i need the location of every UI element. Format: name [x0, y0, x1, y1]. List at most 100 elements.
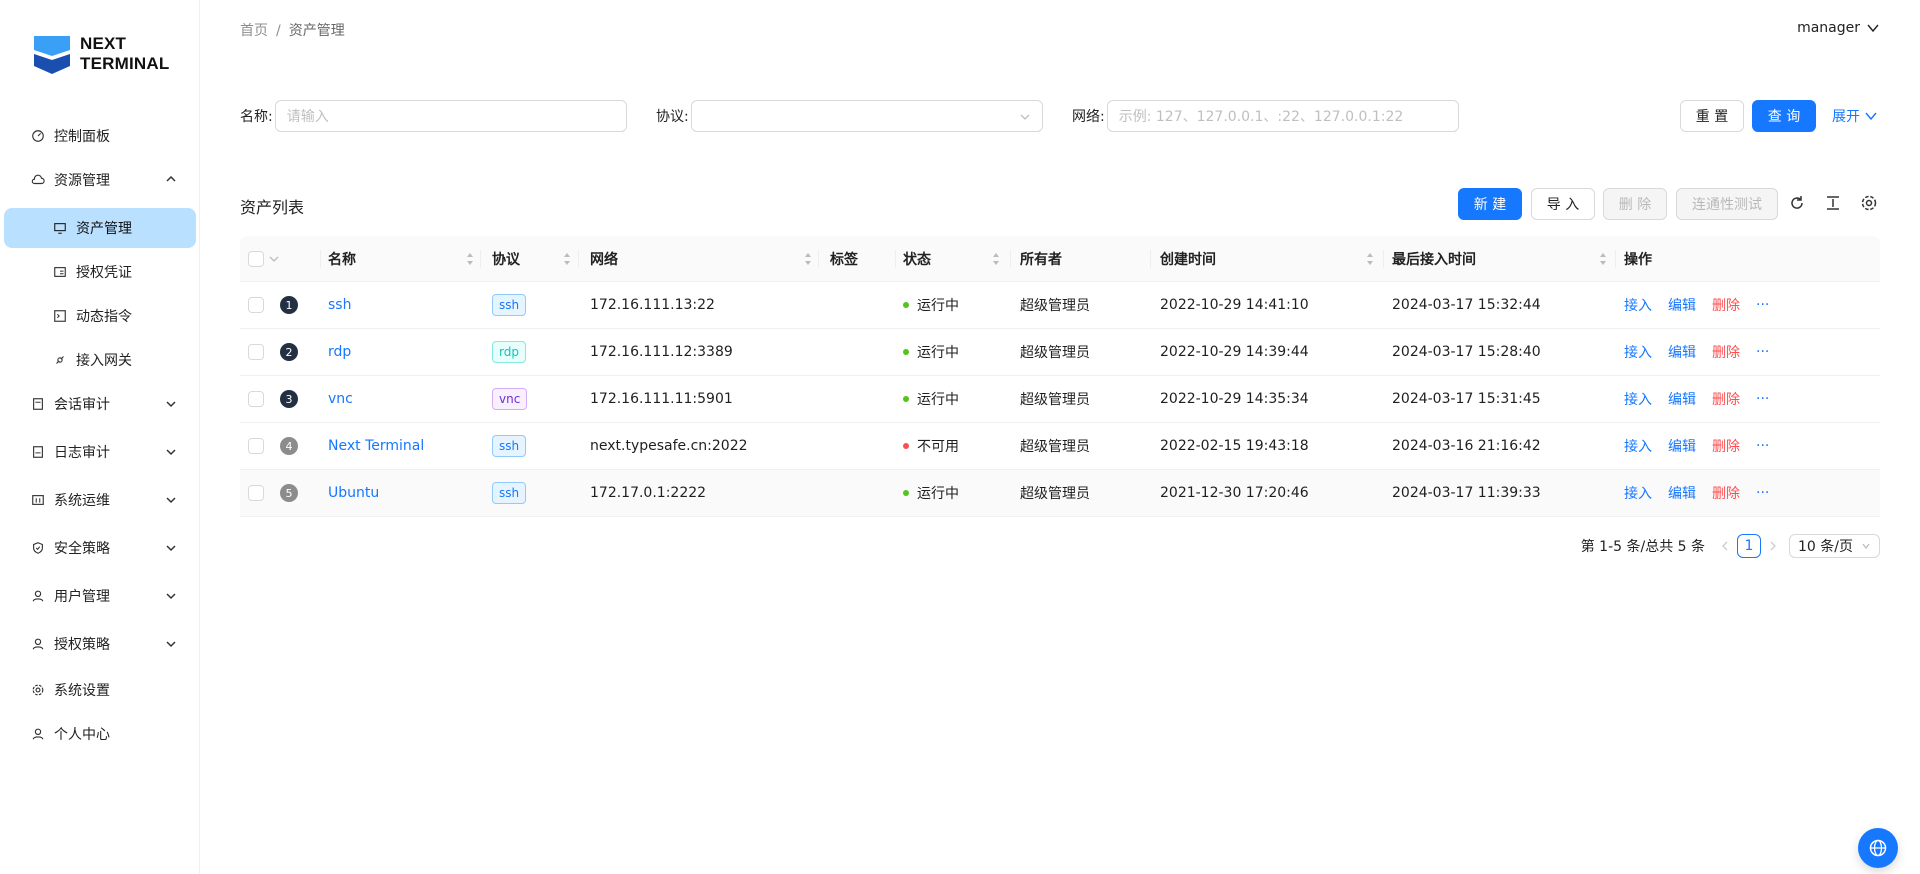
new-button[interactable]: 新 建 — [1458, 188, 1522, 220]
delete-link[interactable]: 删除 — [1712, 342, 1740, 362]
name-input[interactable]: 请输入 — [274, 100, 627, 132]
edit-link[interactable]: 编辑 — [1668, 483, 1696, 503]
asset-name-link[interactable]: vnc — [328, 376, 353, 422]
row-index-badge: 2 — [280, 343, 298, 361]
column-name[interactable]: 名称 — [328, 236, 356, 281]
menu-item-settings[interactable]: 系统设置 — [4, 670, 196, 710]
next-page-icon[interactable] — [1767, 540, 1779, 552]
row-checkbox[interactable] — [248, 391, 264, 407]
column-last-access-time[interactable]: 最后接入时间 — [1392, 236, 1476, 281]
row-checkbox[interactable] — [248, 485, 264, 501]
menu-item-user-management[interactable]: 用户管理 — [4, 572, 196, 620]
connect-link[interactable]: 接入 — [1624, 389, 1652, 409]
connect-link[interactable]: 接入 — [1624, 483, 1652, 503]
column-created-time[interactable]: 创建时间 — [1160, 236, 1216, 281]
protocol-select[interactable] — [690, 100, 1043, 132]
connectivity-test-button[interactable]: 连通性测试 — [1676, 188, 1778, 220]
menu-item-dashboard[interactable]: 控制面板 — [4, 116, 196, 156]
sort-icon[interactable] — [1366, 252, 1374, 266]
edit-link[interactable]: 编辑 — [1668, 436, 1696, 456]
import-button[interactable]: 导 入 — [1531, 188, 1595, 220]
asset-name-link[interactable]: Ubuntu — [328, 470, 379, 516]
app-logo[interactable]: NEXT TERMINAL — [30, 32, 169, 76]
menu-item-resource-management[interactable]: 资源管理 — [4, 160, 196, 200]
page-size-select[interactable]: 10 条/页 — [1789, 534, 1880, 558]
prev-page-icon[interactable] — [1719, 540, 1731, 552]
network-cell: 172.16.111.11:5901 — [590, 391, 733, 407]
delete-link[interactable]: 删除 — [1712, 483, 1740, 503]
created-time-cell: 2022-02-15 19:43:18 — [1160, 438, 1309, 454]
safety-icon — [30, 540, 46, 556]
menu-item-credentials[interactable]: 授权凭证 — [4, 252, 196, 292]
setting-icon[interactable] — [1860, 194, 1878, 212]
sort-icon[interactable] — [804, 252, 812, 266]
breadcrumb-home[interactable]: 首页 — [240, 23, 268, 39]
asset-name-link[interactable]: ssh — [328, 282, 351, 328]
status-dot — [903, 443, 909, 449]
select-all-checkbox[interactable] — [248, 250, 264, 267]
status-text: 运行中 — [917, 298, 959, 314]
reload-icon[interactable] — [1788, 194, 1806, 212]
connect-link[interactable]: 接入 — [1624, 436, 1652, 456]
sort-icon[interactable] — [992, 252, 1000, 266]
pagination-summary: 第 1-5 条/总共 5 条 — [1580, 539, 1706, 555]
sort-icon[interactable] — [1599, 252, 1607, 266]
asset-name-link[interactable]: rdp — [328, 329, 351, 375]
column-actions: 操作 — [1624, 251, 1652, 268]
last-access-cell: 2024-03-17 11:39:33 — [1392, 485, 1541, 501]
language-float-button[interactable] — [1858, 828, 1898, 868]
status-text: 运行中 — [917, 392, 959, 408]
desktop-icon — [52, 220, 68, 236]
delete-button[interactable]: 删 除 — [1603, 188, 1667, 220]
more-icon[interactable]: ··· — [1756, 344, 1769, 360]
last-access-cell: 2024-03-17 15:32:44 — [1392, 297, 1541, 313]
network-input[interactable]: 示例: 127、127.0.0.1、:22、127.0.0.1:22 — [1106, 100, 1459, 132]
menu-item-asset-management[interactable]: 资产管理 — [4, 208, 196, 248]
connect-link[interactable]: 接入 — [1624, 342, 1652, 362]
sort-icon[interactable] — [466, 252, 474, 266]
connect-link[interactable]: 接入 — [1624, 295, 1652, 315]
menu-item-session-audit[interactable]: 会话审计 — [4, 380, 196, 428]
column-tags: 标签 — [830, 251, 858, 268]
reset-button[interactable]: 重 置 — [1680, 100, 1744, 132]
menu-item-profile[interactable]: 个人中心 — [4, 714, 196, 754]
network-label: 网络: — [1072, 109, 1105, 125]
column-height-icon[interactable] — [1824, 194, 1842, 212]
status-dot — [903, 396, 909, 402]
expand-button[interactable]: 展开 — [1832, 100, 1878, 132]
menu-item-commands[interactable]: 动态指令 — [4, 296, 196, 336]
page-number[interactable]: 1 — [1737, 534, 1762, 558]
owner-cell: 超级管理员 — [1020, 298, 1090, 314]
menu-item-gateways[interactable]: 接入网关 — [4, 340, 196, 380]
query-button[interactable]: 查 询 — [1752, 100, 1816, 132]
more-icon[interactable]: ··· — [1756, 391, 1769, 407]
menu-item-log-audit[interactable]: 日志审计 — [4, 428, 196, 476]
menu-item-security[interactable]: 安全策略 — [4, 524, 196, 572]
more-icon[interactable]: ··· — [1756, 297, 1769, 313]
globe-icon — [1869, 839, 1887, 857]
more-icon[interactable]: ··· — [1756, 485, 1769, 501]
user-menu[interactable]: manager — [1797, 20, 1880, 36]
row-checkbox[interactable] — [248, 438, 264, 454]
menu-item-ops[interactable]: 系统运维 — [4, 476, 196, 524]
chevron-down-icon — [166, 545, 176, 552]
row-checkbox[interactable] — [248, 297, 264, 313]
last-access-cell: 2024-03-16 21:16:42 — [1392, 438, 1541, 454]
column-status[interactable]: 状态 — [903, 236, 931, 281]
delete-link[interactable]: 删除 — [1712, 389, 1740, 409]
delete-link[interactable]: 删除 — [1712, 295, 1740, 315]
sort-icon[interactable] — [563, 252, 571, 266]
edit-link[interactable]: 编辑 — [1668, 389, 1696, 409]
edit-link[interactable]: 编辑 — [1668, 342, 1696, 362]
column-protocol[interactable]: 协议 — [492, 236, 520, 281]
column-network[interactable]: 网络 — [590, 236, 618, 281]
protocol-tag: ssh — [492, 482, 527, 504]
row-checkbox[interactable] — [248, 344, 264, 360]
chevron-down-icon[interactable] — [268, 253, 280, 265]
table-row: 3 vnc vnc 172.16.111.11:5901 运行中 超级管理员 2… — [240, 376, 1880, 423]
menu-item-auth-policy[interactable]: 授权策略 — [4, 620, 196, 668]
delete-link[interactable]: 删除 — [1712, 436, 1740, 456]
asset-name-link[interactable]: Next Terminal — [328, 423, 424, 469]
more-icon[interactable]: ··· — [1756, 438, 1769, 454]
edit-link[interactable]: 编辑 — [1668, 295, 1696, 315]
